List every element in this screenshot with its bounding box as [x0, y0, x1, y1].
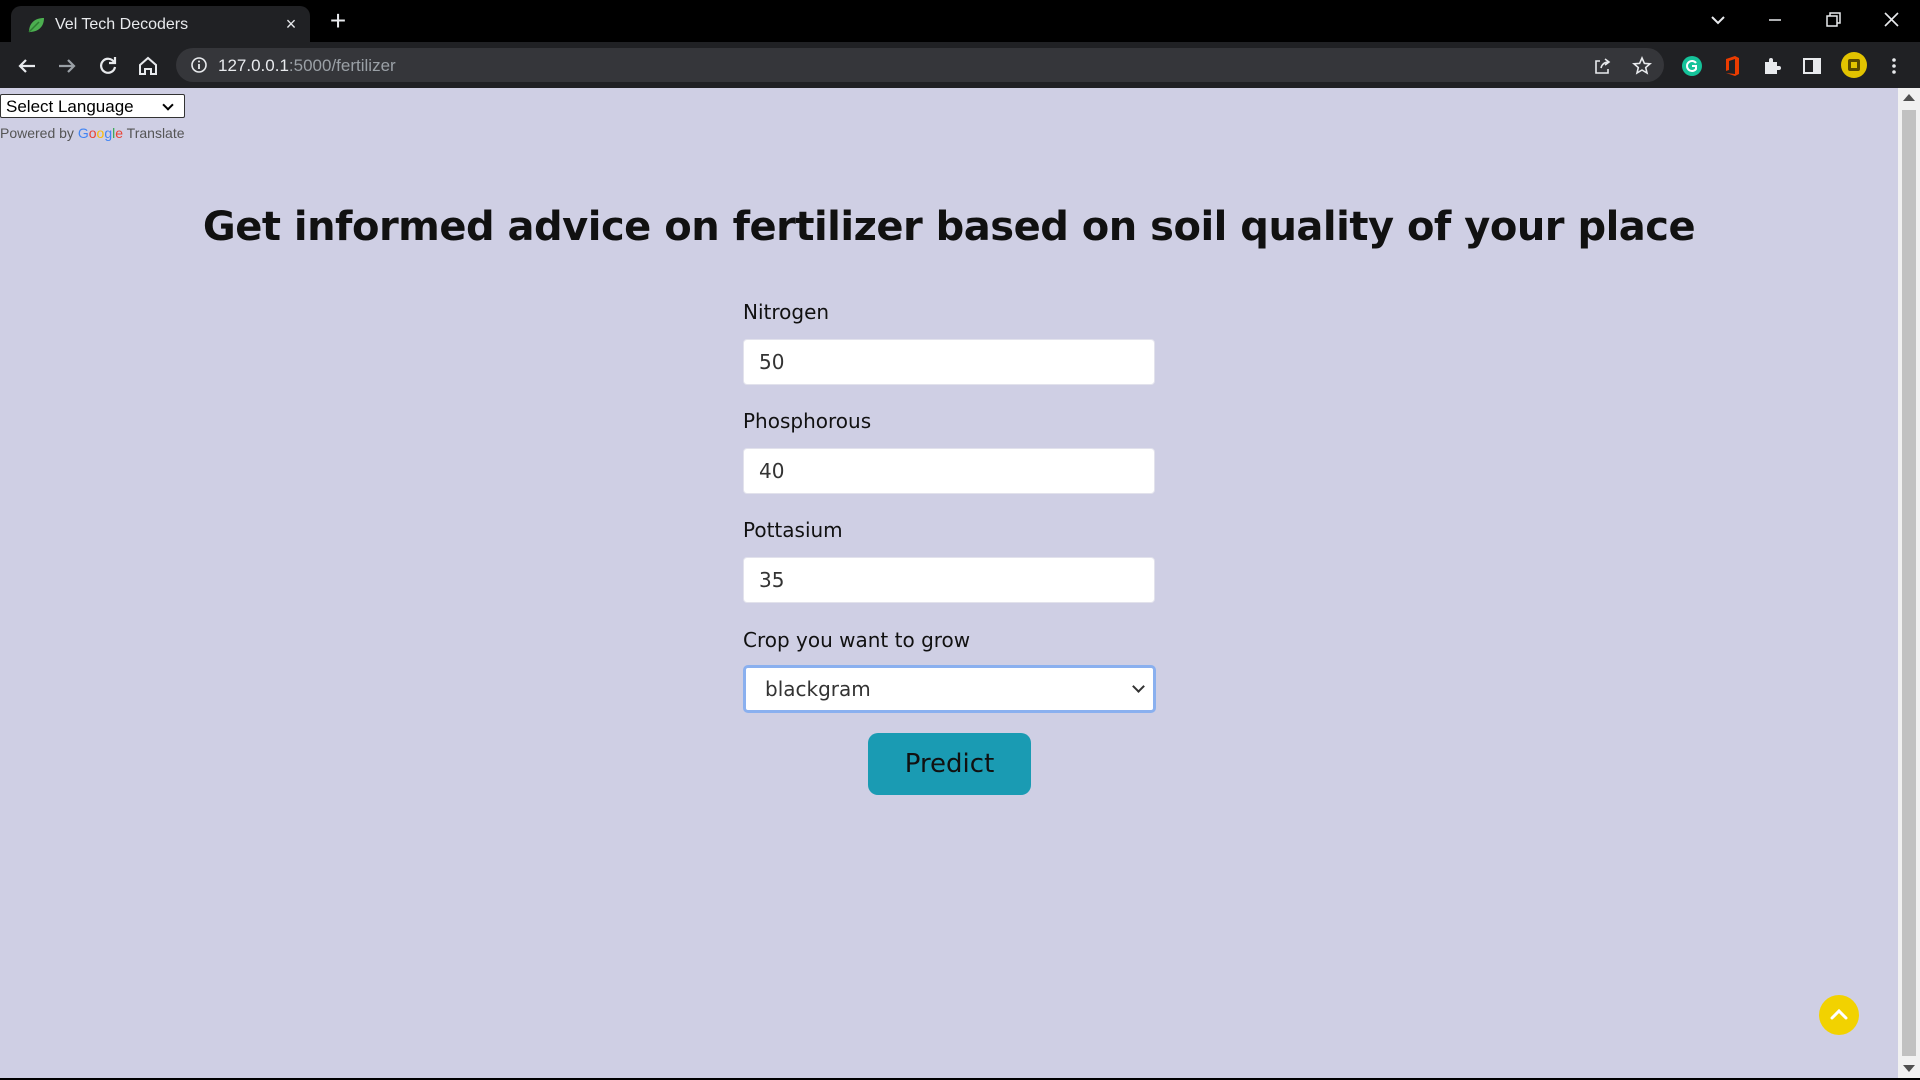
phosphorous-label: Phosphorous [743, 409, 872, 433]
browser-tab[interactable]: Vel Tech Decoders × [11, 6, 310, 42]
info-icon[interactable] [190, 56, 208, 74]
language-select[interactable]: Select Language [0, 94, 185, 118]
google-logo[interactable]: Google [78, 125, 123, 141]
page-title: Get informed advice on fertilizer based … [202, 204, 1696, 250]
chevron-up-icon [1830, 1008, 1848, 1020]
translate-link[interactable]: Translate [127, 125, 185, 141]
kebab-menu-icon[interactable] [1882, 54, 1906, 78]
forward-arrow-icon[interactable] [53, 52, 81, 80]
scroll-down-arrow-icon[interactable] [1903, 1065, 1915, 1072]
chevron-down-icon [1132, 680, 1145, 693]
minimize-icon[interactable] [1752, 4, 1798, 36]
crop-select[interactable]: blackgram [743, 665, 1156, 713]
crop-select-value: blackgram [765, 677, 871, 701]
tab-title: Vel Tech Decoders [55, 16, 189, 33]
profile-avatar-icon[interactable] [1840, 51, 1868, 79]
google-logo-o1: o [88, 125, 97, 141]
google-logo-e: e [115, 125, 124, 141]
reload-icon[interactable] [94, 52, 122, 80]
url-text: 127.0.0.1:5000/fertilizer [218, 56, 396, 76]
url-host: 127.0.0.1 [218, 56, 289, 75]
powered-by-text: Powered by [0, 125, 74, 141]
phosphorous-input[interactable] [743, 448, 1155, 494]
address-bar[interactable]: 127.0.0.1:5000/fertilizer [176, 48, 1664, 82]
close-window-icon[interactable] [1868, 4, 1914, 36]
share-icon[interactable] [1592, 56, 1612, 76]
google-logo-g: G [77, 125, 89, 141]
extensions-icon[interactable] [1760, 54, 1784, 78]
new-tab-button[interactable]: + [324, 7, 352, 36]
restore-icon[interactable] [1810, 4, 1856, 36]
pottasium-label: Pottasium [743, 518, 843, 542]
browser-toolbar: 127.0.0.1:5000/fertilizer [0, 42, 1920, 88]
powered-by-google-translate: Powered by Google Translate [0, 125, 185, 141]
office-icon[interactable] [1720, 54, 1744, 78]
google-logo-g2: g [104, 125, 113, 141]
pottasium-input[interactable] [743, 557, 1155, 603]
scrollbar-thumb[interactable] [1902, 110, 1916, 1056]
crop-label: Crop you want to grow [743, 628, 971, 652]
url-path: :5000/fertilizer [288, 56, 396, 75]
page-scrollbar[interactable] [1898, 88, 1920, 1078]
scroll-to-top-button[interactable] [1819, 995, 1859, 1035]
tab-strip: Vel Tech Decoders × + [0, 0, 1920, 42]
tab-close-icon[interactable]: × [281, 14, 301, 34]
leaf-favicon-icon [28, 18, 44, 33]
grammarly-icon[interactable] [1680, 54, 1704, 78]
predict-button[interactable]: Predict [868, 733, 1031, 795]
nitrogen-input[interactable] [743, 339, 1155, 385]
page-viewport: Select Language Powered by Google Transl… [0, 88, 1898, 1078]
scroll-up-arrow-icon[interactable] [1903, 94, 1915, 101]
star-icon[interactable] [1632, 56, 1652, 76]
back-arrow-icon[interactable] [13, 52, 41, 80]
nitrogen-label: Nitrogen [743, 300, 830, 324]
side-panel-icon[interactable] [1800, 54, 1824, 78]
home-icon[interactable] [134, 52, 162, 80]
tab-search-icon[interactable] [1695, 4, 1741, 36]
